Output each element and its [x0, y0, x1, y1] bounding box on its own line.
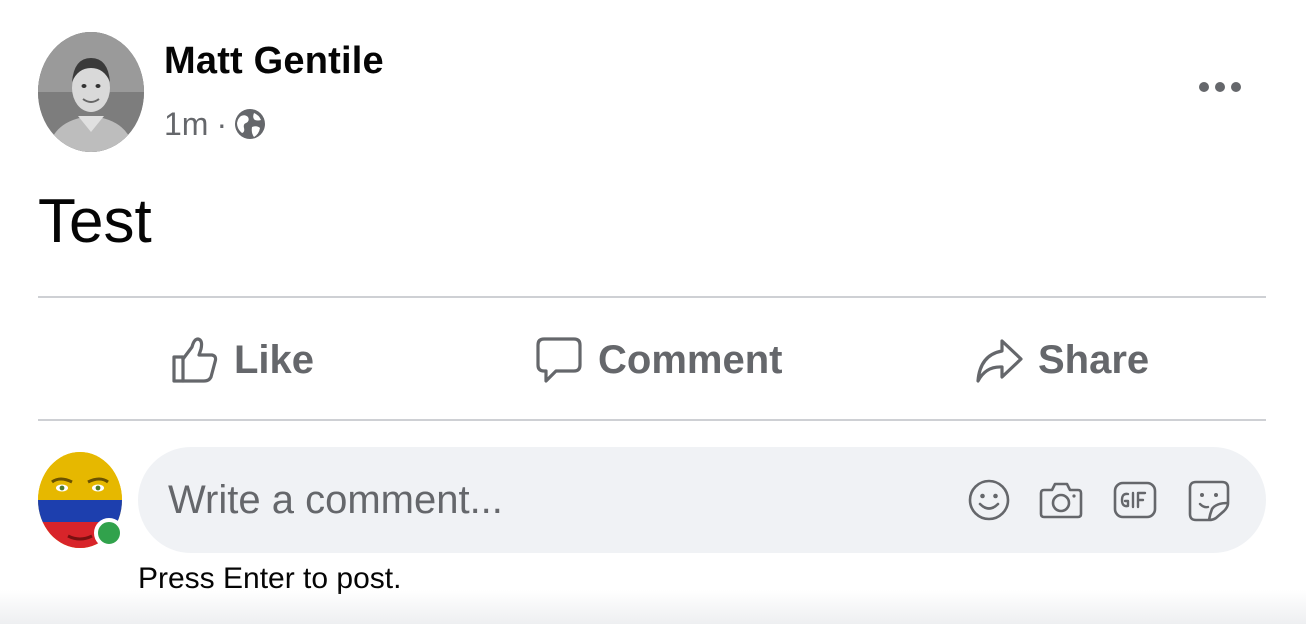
- meta-separator: ·: [216, 105, 228, 142]
- like-button[interactable]: Like: [170, 300, 314, 420]
- post-actions-bar: Like Comment Share: [38, 300, 1266, 420]
- emoji-icon[interactable]: [966, 477, 1012, 523]
- share-arrow-icon: [974, 335, 1024, 385]
- press-enter-hint: Press Enter to post.: [138, 562, 402, 595]
- comment-label: Comment: [598, 337, 783, 382]
- post-body-text: Test: [38, 187, 152, 256]
- post-card: Matt Gentile 1m · Test Like Comment Shar…: [0, 0, 1306, 624]
- divider: [38, 296, 1266, 298]
- more-options-button[interactable]: [1190, 70, 1250, 104]
- post-timestamp[interactable]: 1m: [164, 106, 208, 143]
- comment-button[interactable]: Comment: [534, 300, 782, 420]
- comment-input[interactable]: [168, 447, 948, 553]
- sticker-icon[interactable]: [1186, 477, 1232, 523]
- share-label: Share: [1038, 337, 1150, 382]
- comment-bubble-icon: [534, 335, 584, 385]
- more-icon: [1199, 82, 1241, 92]
- online-status-indicator: [94, 518, 124, 548]
- comment-composer: [138, 447, 1266, 553]
- author-avatar[interactable]: [38, 32, 144, 152]
- divider: [38, 419, 1266, 421]
- post-meta: 1m ·: [164, 104, 267, 144]
- gif-icon[interactable]: [1112, 477, 1158, 523]
- share-button[interactable]: Share: [974, 300, 1149, 420]
- camera-icon[interactable]: [1038, 477, 1084, 523]
- thumbs-up-icon: [170, 335, 220, 385]
- author-name[interactable]: Matt Gentile: [164, 40, 384, 83]
- globe-icon[interactable]: [233, 107, 267, 141]
- like-label: Like: [234, 337, 315, 382]
